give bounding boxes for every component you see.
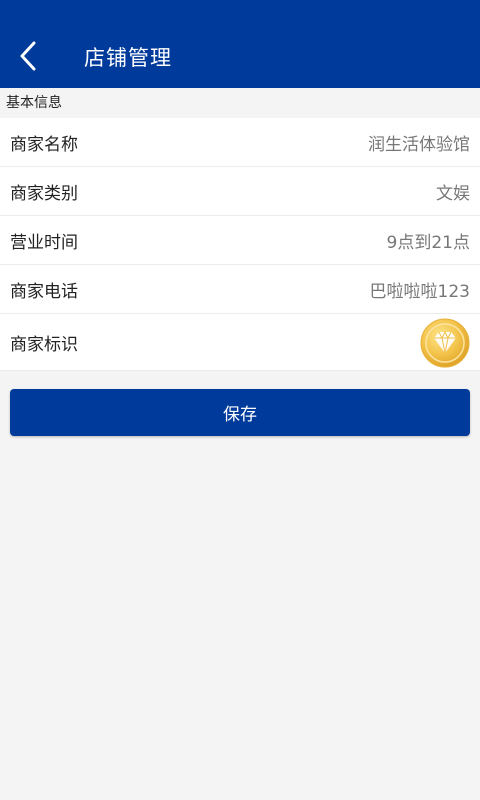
page-title: 店铺管理 — [84, 46, 172, 70]
row-merchant-category[interactable]: 商家类别 文娱 — [0, 167, 480, 216]
row-label: 商家类别 — [10, 183, 78, 204]
row-business-hours[interactable]: 营业时间 9点到21点 — [0, 216, 480, 265]
diamond-badge-icon[interactable] — [420, 318, 470, 368]
save-button[interactable]: 保存 — [10, 389, 470, 436]
row-value: 9点到21点 — [386, 232, 470, 253]
row-value: 润生活体验馆 — [368, 134, 470, 155]
row-merchant-name[interactable]: 商家名称 润生活体验馆 — [0, 118, 480, 167]
info-list: 商家名称 润生活体验馆 商家类别 文娱 营业时间 9点到21点 商家电话 巴啦啦… — [0, 118, 480, 371]
row-label: 商家名称 — [10, 134, 78, 155]
section-title: 基本信息 — [6, 95, 62, 111]
row-label: 营业时间 — [10, 232, 78, 253]
section-header-basic-info: 基本信息 — [0, 88, 480, 118]
back-button[interactable] — [8, 34, 48, 78]
row-label: 商家电话 — [10, 281, 78, 302]
app-header: 店铺管理 — [0, 0, 480, 88]
row-value: 巴啦啦啦123 — [369, 281, 470, 302]
row-label: 商家标识 — [10, 334, 78, 355]
chevron-left-icon — [20, 41, 36, 71]
row-merchant-phone[interactable]: 商家电话 巴啦啦啦123 — [0, 265, 480, 314]
row-merchant-badge[interactable]: 商家标识 — [0, 314, 480, 371]
row-value: 文娱 — [436, 183, 470, 204]
